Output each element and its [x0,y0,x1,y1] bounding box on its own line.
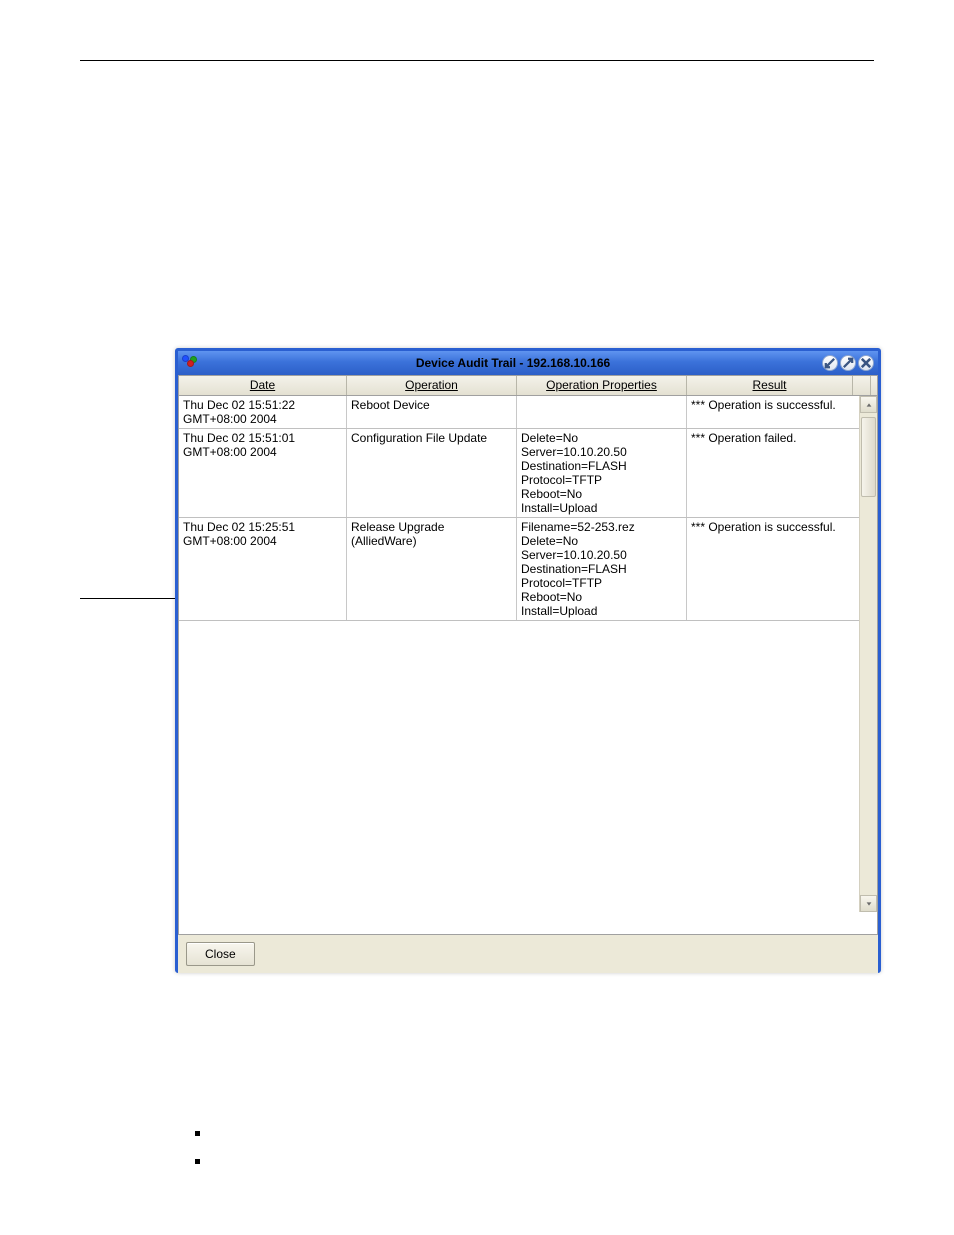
close-icon[interactable] [858,355,874,371]
scrollbar [859,396,877,912]
audit-table: Date Operation Operation Properties Resu… [178,375,878,935]
cell-date: Thu Dec 02 15:25:51 GMT+08:00 2004 [179,518,347,620]
header-link[interactable] [80,71,160,85]
close-button[interactable]: Close [186,942,255,966]
cell-properties: Delete=No Server=10.10.20.50 Destination… [517,429,687,517]
window-footer: Close [178,935,878,973]
cell-operation: Release Upgrade (AlliedWare) [347,518,517,620]
cell-properties [517,396,687,428]
cell-date: Thu Dec 02 15:51:22 GMT+08:00 2004 [179,396,347,428]
scroll-thumb[interactable] [861,417,876,497]
bullet-item [195,1125,210,1153]
col-properties[interactable]: Operation Properties [517,376,687,395]
cell-result: *** Operation failed. [687,429,853,517]
scroll-track[interactable] [860,413,877,895]
app-icon [182,355,198,371]
table-header: Date Operation Operation Properties Resu… [179,376,877,396]
table-row[interactable]: Thu Dec 02 15:51:22 GMT+08:00 2004Reboot… [179,396,859,429]
cell-operation: Configuration File Update [347,429,517,517]
cell-result: *** Operation is successful. [687,518,853,620]
cell-properties: Filename=52-253.rez Delete=No Server=10.… [517,518,687,620]
scroll-down-button[interactable] [860,895,877,912]
device-audit-window: Device Audit Trail - 192.168.10.166 Date… [175,348,881,973]
table-row[interactable]: Thu Dec 02 15:25:51 GMT+08:00 2004Releas… [179,518,859,621]
table-row[interactable]: Thu Dec 02 15:51:01 GMT+08:00 2004Config… [179,429,859,518]
window-title: Device Audit Trail - 192.168.10.166 [204,356,822,370]
minimize-icon[interactable] [822,355,838,371]
col-date[interactable]: Date [179,376,347,395]
cell-operation: Reboot Device [347,396,517,428]
scroll-up-button[interactable] [860,396,877,413]
cell-date: Thu Dec 02 15:51:01 GMT+08:00 2004 [179,429,347,517]
col-scroll-gutter [853,376,871,395]
col-operation[interactable]: Operation [347,376,517,395]
page-bullets [195,1125,210,1181]
maximize-icon[interactable] [840,355,856,371]
titlebar: Device Audit Trail - 192.168.10.166 [178,351,878,375]
top-rule [80,60,874,61]
cell-result: *** Operation is successful. [687,396,853,428]
bullet-item [195,1153,210,1181]
col-result[interactable]: Result [687,376,853,395]
